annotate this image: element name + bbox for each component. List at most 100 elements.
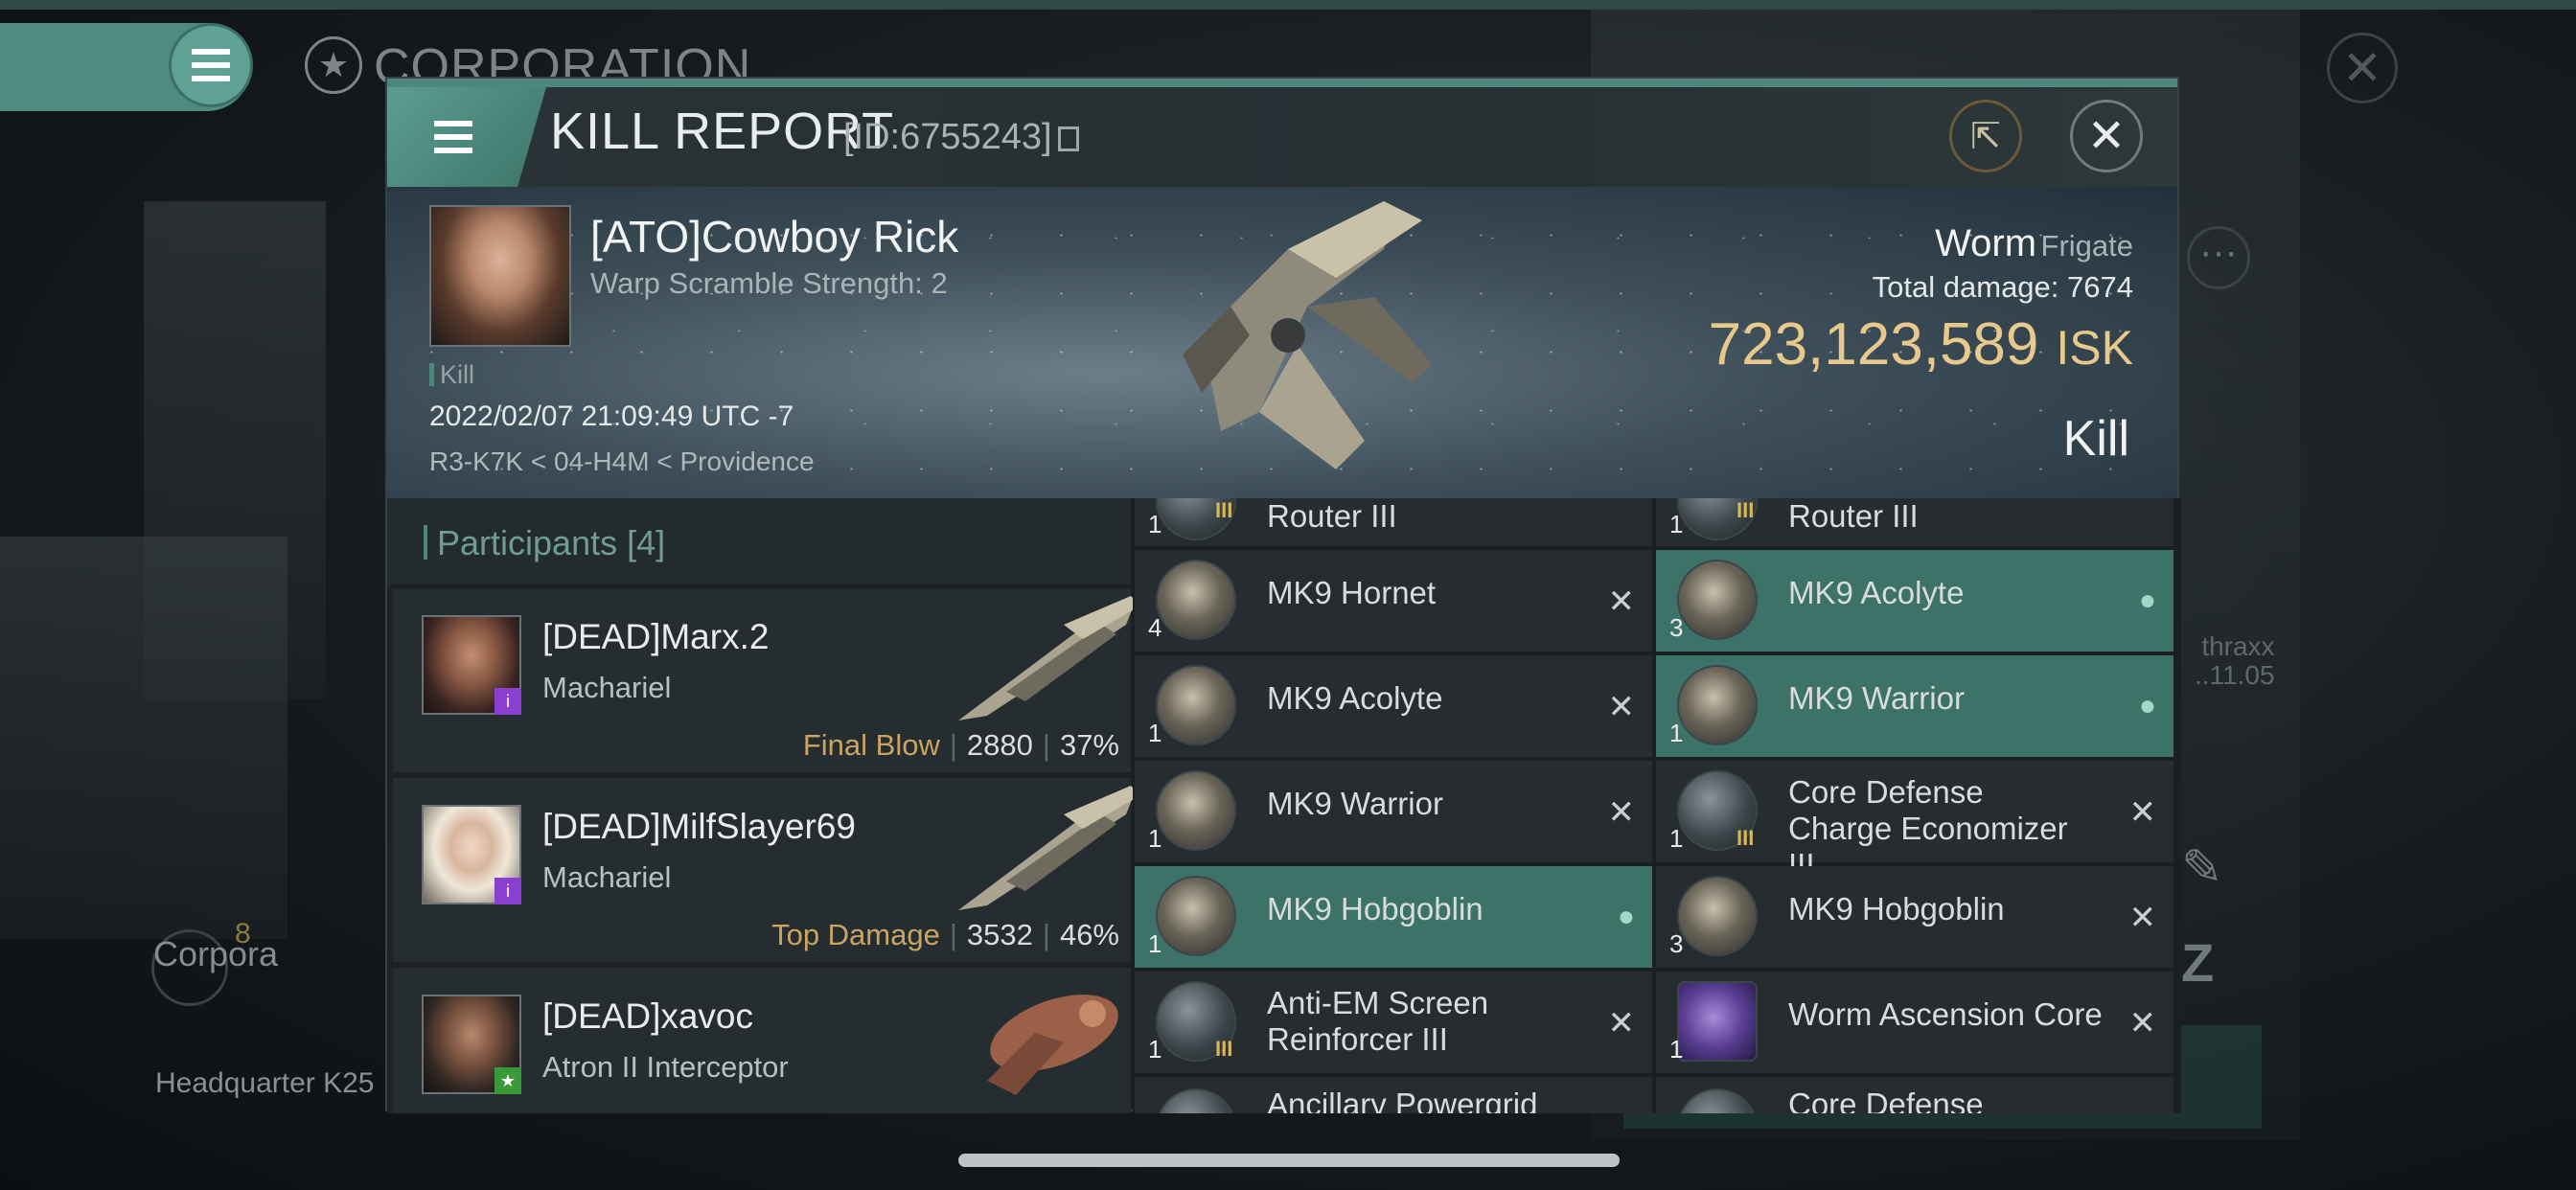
item-name: MK9 Warrior [1267, 786, 1443, 821]
destroyed-icon: ✕ [1607, 689, 1636, 725]
destroyed-icon: ✕ [2128, 794, 2157, 831]
kill-tag: Kill [429, 360, 474, 390]
item-quantity: 1 [1148, 510, 1162, 538]
victim-ship-image[interactable] [1144, 192, 1470, 479]
victim-avatar[interactable] [429, 205, 571, 347]
isk-value: 723,123,589 ISK [1709, 310, 2133, 378]
sleep-icon[interactable]: Z [2181, 931, 2214, 994]
item-name: MK9 Warrior [1788, 680, 1965, 716]
participant-row[interactable]: ★ [DEAD]xavoc Atron II Interceptor [393, 966, 1131, 1113]
item-name: Router III [1267, 498, 1397, 534]
copy-icon[interactable] [1058, 126, 1079, 151]
side-text-line: ..11.05 [2195, 660, 2275, 690]
headquarter-label: Headquarter K25 [155, 1067, 375, 1099]
more-options-icon[interactable]: ··· [2187, 226, 2250, 289]
edit-icon[interactable]: ✎ [2181, 839, 2223, 897]
fitting-item[interactable]: 3 MK9 Acolyte ● [1656, 550, 2174, 653]
participant-ship: Machariel [542, 671, 672, 704]
item-quantity: 1 [1148, 824, 1162, 853]
fitting-item[interactable]: 1 MK9 Warrior ✕ [1135, 761, 1652, 864]
top-damage-tag: Top Damage [771, 918, 940, 951]
fitting-item[interactable]: Core Defense [1656, 1077, 2174, 1113]
side-text-line: thraxx [2201, 631, 2275, 661]
participant-stats: Final Blow | 2880 | 37% [802, 728, 1119, 762]
header-accent [424, 525, 427, 560]
participant-name[interactable]: [DEAD]xavoc [542, 996, 753, 1037]
victim-name[interactable]: [ATO]Cowboy Rick [590, 211, 958, 263]
participant-ship: Atron II Interceptor [542, 1050, 789, 1084]
item-quantity: 3 [1669, 929, 1684, 958]
dropped-person-icon: ● [2138, 690, 2156, 721]
fitting-item[interactable]: 1 MK9 Hobgoblin ● [1135, 866, 1652, 970]
fitting-item[interactable]: III 1 Router III [1135, 498, 1652, 548]
item-quantity: 1 [1148, 929, 1162, 958]
dropped-person-icon: ● [2138, 584, 2156, 616]
participant-name[interactable]: [DEAD]MilfSlayer69 [542, 807, 856, 847]
background-menu-icon[interactable] [169, 23, 253, 107]
background-close-icon[interactable]: ✕ [2327, 33, 2398, 103]
item-name: MK9 Hobgoblin [1267, 891, 1484, 927]
share-icon[interactable]: ⇱ [1949, 100, 2022, 172]
participants-count: [4] [627, 523, 666, 562]
participant-ship: Machariel [542, 860, 672, 894]
ancillary-powergrid-icon [1156, 1088, 1236, 1113]
fitting-item[interactable]: 4 MK9 Hornet ✕ [1135, 550, 1652, 653]
isk-unit: ISK [2056, 321, 2133, 375]
item-quantity: 4 [1148, 613, 1162, 642]
mk9-hobgoblin-icon [1156, 876, 1236, 956]
fitting-item[interactable]: 1 Worm Ascension Core ✕ [1656, 972, 2174, 1075]
item-name: Core Defense [1788, 1087, 1984, 1113]
item-name: Router III [1788, 498, 1919, 534]
participant-row[interactable]: i [DEAD]Marx.2 Machariel Final Blow | 2880… [393, 586, 1140, 772]
fitting-item[interactable]: III 1 Anti-EM Screen Reinforcer III ✕ [1135, 972, 1652, 1075]
isk-amount: 723,123,589 [1708, 311, 2039, 378]
mk9-warrior-icon [1677, 665, 1758, 745]
item-quantity: 3 [1669, 613, 1684, 642]
total-damage: Total damage: 7674 [1873, 270, 2133, 305]
corp-label: Corpora [153, 934, 279, 973]
ship-name[interactable]: Worm [1935, 222, 2036, 264]
participant-percent: 46% [1059, 918, 1119, 951]
item-name: MK9 Acolyte [1267, 680, 1443, 716]
star-badge-icon: ★ [494, 1067, 521, 1094]
meta-level: III [1215, 498, 1233, 522]
corporation-star-icon: ★ [305, 36, 362, 94]
total-damage-value: 7674 [2067, 270, 2133, 304]
warp-scramble-strength: Warp Scramble Strength: 2 [590, 266, 948, 300]
item-quantity: 1 [1669, 510, 1684, 538]
corp-badge-icon: i [494, 688, 521, 715]
destroyed-icon: ✕ [1607, 794, 1636, 831]
home-indicator[interactable] [958, 1154, 1620, 1167]
item-quantity: 1 [1669, 1035, 1684, 1064]
station-structure [0, 537, 288, 939]
item-name: MK9 Hobgoblin [1788, 891, 2005, 927]
ship-class: Frigate [2040, 229, 2133, 263]
fitting-item[interactable]: 3 MK9 Hobgoblin ✕ [1656, 866, 2174, 970]
item-name: Ancillary Powergrid [1267, 1087, 1538, 1113]
participant-name[interactable]: [DEAD]Marx.2 [542, 617, 769, 657]
destroyed-icon: ✕ [1607, 1005, 1636, 1041]
total-damage-label: Total damage: [1872, 270, 2059, 304]
fitting-item[interactable]: 1 MK9 Warrior ● [1656, 655, 2174, 759]
participant-ship-image [958, 596, 1140, 721]
participant-row[interactable]: i [DEAD]MilfSlayer69 Machariel Top Damag… [393, 776, 1140, 962]
mk9-acolyte-icon [1156, 665, 1236, 745]
fitting-item[interactable]: III 1 Router III [1656, 498, 2174, 548]
kill-location[interactable]: R3-K7K < 04-H4M < Providence [429, 446, 815, 477]
participant-damage: 2880 [966, 728, 1033, 762]
item-quantity: 1 [1669, 719, 1684, 747]
fitting-item[interactable]: Ancillary Powergrid [1135, 1077, 1652, 1113]
destroyed-icon: ✕ [2128, 900, 2157, 936]
meta-level: III [1736, 498, 1755, 522]
top-edge-bar [0, 0, 2576, 10]
close-icon[interactable]: ✕ [2070, 100, 2143, 172]
participant-percent: 37% [1059, 728, 1119, 762]
participant-damage: 3532 [966, 918, 1033, 951]
corp-badge-icon: i [494, 878, 521, 904]
final-blow-tag: Final Blow [802, 728, 940, 762]
fitting-item[interactable]: III 1 Core Defense Charge Economizer III ✕ [1656, 761, 2174, 882]
item-name: MK9 Hornet [1267, 575, 1437, 610]
item-quantity: 1 [1148, 719, 1162, 747]
fitting-item[interactable]: 1 MK9 Acolyte ✕ [1135, 655, 1652, 759]
mk9-warrior-icon [1156, 770, 1236, 851]
